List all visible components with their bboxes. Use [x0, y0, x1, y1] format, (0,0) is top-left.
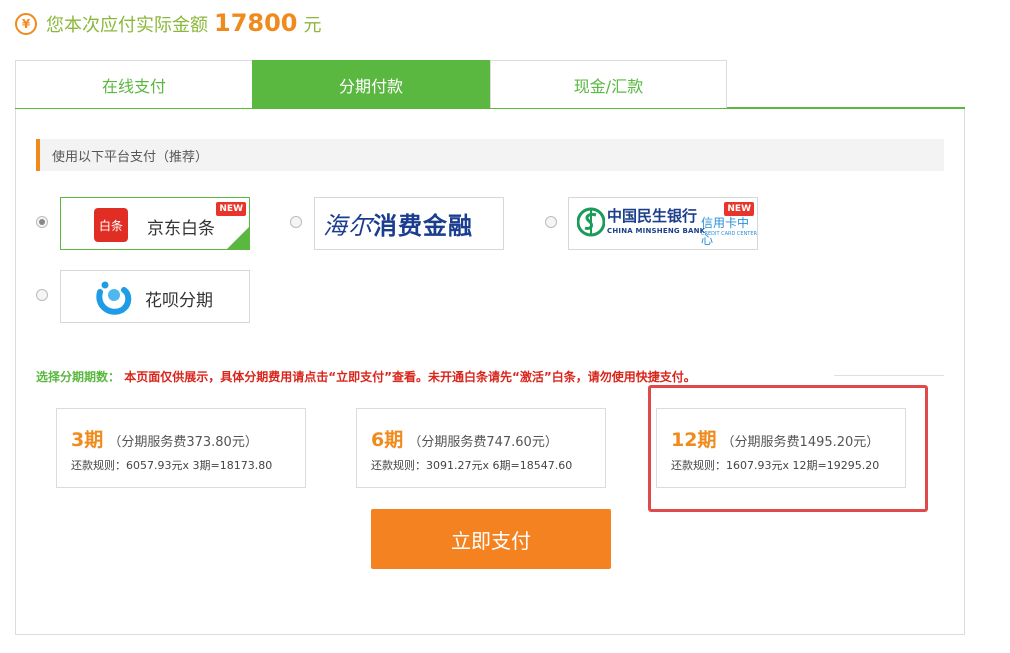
- radio-cmbc[interactable]: [545, 216, 557, 228]
- new-badge: NEW: [724, 202, 754, 216]
- yen-circle-icon: ¥: [15, 13, 37, 35]
- platform-jd-baitiao[interactable]: 白条 京东白条 NEW: [60, 197, 250, 250]
- amount-label: 您本次应付实际金额: [46, 15, 208, 36]
- installment-panel: 使用以下平台支付（推荐） 白条 京东白条 NEW 海尔消费金融 中国民生银行 C…: [15, 109, 965, 635]
- tab-cash-transfer[interactable]: 现金/汇款: [490, 60, 727, 108]
- platform-name: 京东白条: [147, 219, 215, 239]
- highlight-annotation-box: [648, 385, 928, 512]
- amount-header: ¥ 您本次应付实际金额 17800 元: [15, 9, 322, 39]
- bank-name-en: CHINA MINSHENG BANK: [607, 227, 706, 235]
- haier-logo: 海尔消费金融: [323, 211, 473, 240]
- tab-online-payment[interactable]: 在线支付: [15, 60, 253, 108]
- radio-huabei[interactable]: [36, 289, 48, 301]
- bank-sub-label-en: CREDIT CARD CENTER: [701, 231, 757, 237]
- platform-huabei[interactable]: 花呗分期: [60, 270, 250, 323]
- period-fee: （分期服务费373.80元）: [108, 435, 258, 450]
- period-count: 6期: [371, 429, 404, 451]
- platform-cmbc[interactable]: 中国民生银行 CHINA MINSHENG BANK 信用卡中心 CREDIT …: [568, 197, 758, 250]
- period-count: 3期: [71, 429, 104, 451]
- payment-method-tabs: 在线支付 分期付款 现金/汇款: [15, 60, 965, 109]
- pay-now-button[interactable]: 立即支付: [371, 509, 611, 569]
- huabei-logo-icon: [96, 281, 132, 315]
- minsheng-bank-logo-icon: [577, 207, 605, 237]
- platform-haier[interactable]: 海尔消费金融: [314, 197, 504, 250]
- radio-jd-baitiao[interactable]: [36, 216, 48, 228]
- baitiao-logo-icon: 白条: [94, 208, 128, 242]
- installment-notice: 选择分期期数： 本页面仅供展示，具体分期费用请点击“立即支付”查看。未开通白条请…: [36, 368, 696, 385]
- divider: [834, 375, 944, 376]
- installment-label: 选择分期期数：: [36, 370, 121, 384]
- platform-name: 花呗分期: [145, 291, 213, 311]
- period-rule: 还款规则：3091.27元x 6期=18547.60: [371, 459, 573, 472]
- period-option-3[interactable]: 3期 （分期服务费373.80元） 还款规则：6057.93元x 3期=1817…: [56, 408, 306, 488]
- amount-unit: 元: [303, 15, 322, 36]
- new-badge: NEW: [216, 202, 246, 216]
- radio-haier[interactable]: [290, 216, 302, 228]
- period-rule: 还款规则：6057.93元x 3期=18173.80: [71, 459, 273, 472]
- installment-warning: 本页面仅供展示，具体分期费用请点击“立即支付”查看。未开通白条请先“激活”白条，…: [124, 370, 696, 384]
- tab-installment[interactable]: 分期付款: [252, 60, 490, 108]
- bank-name-cn: 中国民生银行: [607, 207, 698, 225]
- period-fee: （分期服务费747.60元）: [408, 435, 558, 450]
- section-title: 使用以下平台支付（推荐）: [36, 139, 944, 171]
- period-option-6[interactable]: 6期 （分期服务费747.60元） 还款规则：3091.27元x 6期=1854…: [356, 408, 606, 488]
- amount-value: 17800: [214, 9, 298, 37]
